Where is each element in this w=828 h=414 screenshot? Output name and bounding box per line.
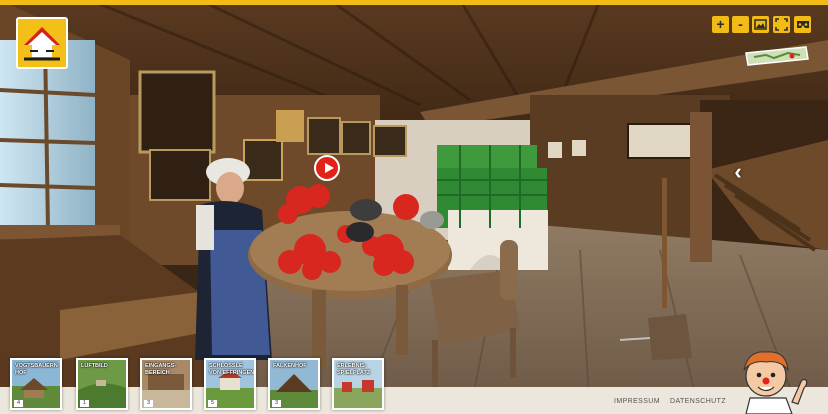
museum-logo[interactable] xyxy=(16,17,68,69)
thumbnail-falkenhof[interactable]: FALKENHOF 3 xyxy=(268,358,320,410)
vr-button[interactable] xyxy=(794,16,811,33)
fullscreen-button[interactable] xyxy=(773,16,790,33)
datenschutz-link[interactable]: DATENSCHUTZ xyxy=(670,398,726,405)
gallery-button[interactable] xyxy=(752,16,769,33)
thumbnail-schloessle[interactable]: SCHLÖSSLE VON EFFRINGEN 5 xyxy=(204,358,256,410)
thumbnail-luftbild[interactable]: LUFTBILD 1 xyxy=(76,358,128,410)
mascot-boy-icon xyxy=(743,351,808,414)
thumbnail-label: SCHLÖSSLE VON EFFRINGEN xyxy=(209,363,255,376)
thumbnail-count: 4 xyxy=(14,400,23,407)
farmhouse-logo-icon xyxy=(18,19,66,67)
vr-goggles-icon xyxy=(796,21,809,28)
next-scene-arrow[interactable]: ‹ xyxy=(728,160,748,184)
zoom-out-button[interactable]: - xyxy=(732,16,749,33)
panorama-view[interactable] xyxy=(0,0,828,414)
farmhouse-room-panorama xyxy=(0,0,828,414)
mini-map-hotspot-icon[interactable] xyxy=(744,45,810,67)
fullscreen-icon xyxy=(775,18,788,31)
thumbnail-label: ERLEBNIS-SPIELPLATZ xyxy=(337,363,371,376)
thumbnail-eingangsbereich[interactable]: EINGANGS-BEREICH 3 xyxy=(140,358,192,410)
thumbnail-count: 3 xyxy=(144,400,153,407)
thumbnail-count: 5 xyxy=(208,400,217,407)
zoom-in-button[interactable]: + xyxy=(712,16,729,33)
thumbnail-count: 1 xyxy=(80,400,89,407)
thumbnail-count: 3 xyxy=(272,400,281,407)
thumbnail-erlebnisspielplatz[interactable]: ERLEBNIS-SPIELPLATZ xyxy=(332,358,384,410)
thumbnail-label: LUFTBILD xyxy=(81,363,108,369)
thumbnail-label: FALKENHOF xyxy=(273,363,307,369)
video-play-hotspot[interactable] xyxy=(314,155,340,181)
thumbnail-vogtsbauernhof[interactable]: VOGTSBAUERN-HOF 4 xyxy=(10,358,62,410)
thumbnail-label: EINGANGS-BEREICH xyxy=(145,363,177,376)
impressum-link[interactable]: IMPRESSUM xyxy=(614,398,660,405)
image-icon xyxy=(754,19,767,30)
thumbnail-label: VOGTSBAUERN-HOF xyxy=(15,363,60,376)
zoom-out-icon: - xyxy=(738,16,743,32)
zoom-in-icon: + xyxy=(716,16,725,32)
top-accent-bar xyxy=(0,0,828,5)
